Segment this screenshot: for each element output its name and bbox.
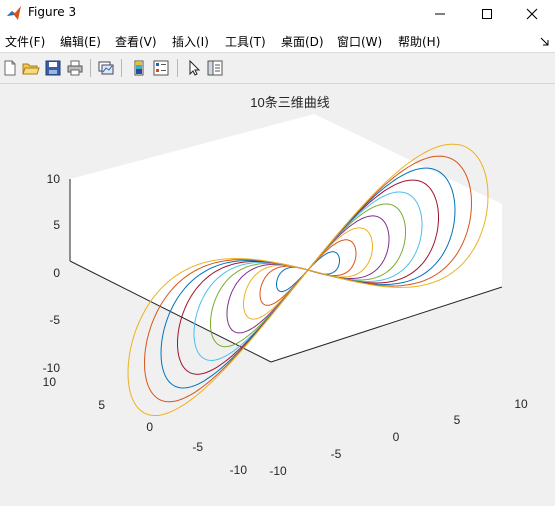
z-tick-label: -5 — [49, 313, 60, 327]
y-tick-label: 10 — [43, 375, 57, 389]
z-tick-label: 10 — [47, 172, 61, 186]
insert-colorbar-icon[interactable] — [130, 59, 148, 77]
y-tick-label: 0 — [146, 420, 153, 434]
dock-arrow-icon[interactable] — [539, 36, 551, 48]
link-plot-icon[interactable] — [97, 59, 115, 77]
menu-view[interactable]: 查看(V) — [115, 33, 157, 50]
figure-area: 10条三维曲线 10 5 0 -5 -10 10 5 0 -5 -10 -10 … — [0, 83, 555, 502]
axes-background — [70, 114, 502, 362]
minimize-icon — [435, 13, 445, 15]
plot-canvas[interactable]: 10条三维曲线 10 5 0 -5 -10 10 5 0 -5 -10 -10 … — [0, 83, 555, 502]
menu-help[interactable]: 帮助(H) — [398, 33, 440, 50]
close-button[interactable] — [509, 0, 555, 28]
x-tick-label: 0 — [393, 430, 400, 444]
y-tick-label: -5 — [192, 440, 203, 454]
menu-edit[interactable]: 编辑(E) — [60, 33, 101, 50]
open-file-icon[interactable] — [22, 59, 40, 77]
y-tick-label: -10 — [230, 463, 248, 477]
x-tick-label: 10 — [514, 397, 528, 411]
menu-tools[interactable]: 工具(T) — [225, 33, 266, 50]
new-figure-icon[interactable] — [1, 59, 19, 77]
property-inspector-icon[interactable] — [206, 59, 224, 77]
minimize-button[interactable] — [417, 0, 463, 28]
edit-plot-icon[interactable] — [185, 59, 203, 77]
x-tick-label: 5 — [454, 413, 461, 427]
x-tick-label: -5 — [331, 447, 342, 461]
menu-bar: 文件(F) 编辑(E) 查看(V) 插入(I) 工具(T) 桌面(D) 窗口(W… — [0, 28, 555, 52]
window-title: Figure 3 — [28, 5, 77, 19]
close-icon — [526, 8, 538, 20]
z-tick-label: 5 — [53, 218, 60, 232]
menu-insert[interactable]: 插入(I) — [172, 33, 209, 50]
matlab-icon — [7, 6, 21, 20]
toolbar-separator — [177, 59, 178, 77]
maximize-button[interactable] — [464, 0, 510, 28]
toolbar-separator — [121, 59, 122, 77]
menu-desktop[interactable]: 桌面(D) — [281, 33, 324, 50]
plot-title: 10条三维曲线 — [250, 95, 329, 110]
insert-legend-icon[interactable] — [152, 59, 170, 77]
toolbar-separator — [90, 59, 91, 77]
z-tick-label: -10 — [43, 361, 61, 375]
save-icon[interactable] — [44, 59, 62, 77]
title-bar: Figure 3 — [0, 0, 555, 28]
menu-file[interactable]: 文件(F) — [5, 33, 45, 50]
print-icon[interactable] — [66, 59, 84, 77]
maximize-icon — [482, 9, 492, 19]
z-tick-label: 0 — [53, 266, 60, 280]
toolbar — [0, 52, 555, 84]
y-tick-label: 5 — [98, 398, 105, 412]
x-tick-label: -10 — [269, 464, 287, 478]
menu-window[interactable]: 窗口(W) — [337, 33, 382, 50]
